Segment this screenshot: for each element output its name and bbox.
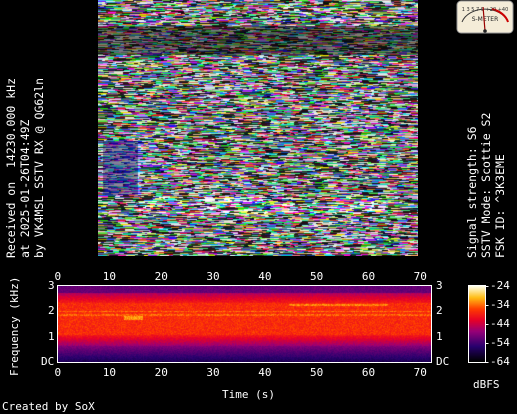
s-meter-gauge: 1 3 5 7 9 +20 +40 S-METER (456, 0, 514, 34)
x-tick-label-top: 0 (54, 270, 62, 283)
y-tick-label-right: 2 (436, 304, 443, 318)
x-tick-label-top: 40 (258, 270, 272, 283)
y-tick-label-left: DC (41, 355, 55, 368)
colorbar-unit-label: dBFS (473, 378, 500, 391)
caption-timestamp-line: at 2025-01-26T04:49Z (18, 119, 32, 258)
s-meter-pivot (483, 29, 487, 33)
s-meter-label: S-METER (472, 16, 499, 23)
colorbar-tick-label: -54 (490, 336, 510, 349)
y-tick-label-right: 3 (436, 279, 443, 292)
colorbar-gradient (469, 286, 485, 362)
x-tick-label-bottom: 10 (102, 366, 117, 379)
colorbar-tick-label: -34 (490, 298, 510, 311)
x-tick-label-top: 70 (413, 270, 427, 283)
spectrogram-x-axis-title: Time (s) (222, 388, 275, 401)
colorbar-tick-label: -44 (490, 317, 510, 330)
x-tick-label-bottom: 30 (206, 366, 220, 379)
x-tick-label-top: 30 (206, 270, 220, 283)
caption-sstv-mode-line: SSTV Mode: Scottie S2 (479, 112, 493, 258)
y-tick-label-left: 2 (48, 304, 55, 318)
x-tick-label-top: 50 (310, 270, 324, 283)
x-tick-label-bottom: 60 (361, 366, 376, 379)
colorbar-tick-label: -24 (490, 279, 510, 292)
x-tick-label-bottom: 20 (154, 366, 168, 379)
x-tick-label-bottom: 40 (258, 366, 272, 379)
x-tick-label-top: 10 (102, 270, 117, 283)
sstv-decoded-image (98, 0, 418, 256)
caption-signal-strength-line: Signal strength: S6 (465, 126, 479, 258)
x-tick-label-bottom: 0 (54, 366, 62, 379)
caption-receiver-line: by VK4MSL SSTV RX @ QG62ln (32, 77, 46, 258)
x-tick-label-bottom: 70 (413, 366, 427, 379)
s-meter-scale: 1 3 5 7 9 +20 +40 (462, 7, 509, 13)
y-tick-label-left: 1 (48, 329, 55, 343)
y-tick-label-right: 1 (436, 329, 443, 343)
colorbar-tick-label: -64 (490, 355, 510, 368)
footer-credit: Created by SoX (2, 400, 95, 413)
caption-frequency-line: Received on 14230.000 kHz (4, 77, 18, 258)
signal-info-caption: Signal strength: S6 SSTV Mode: Scottie S… (465, 113, 507, 258)
spectrogram-heatmap (58, 286, 431, 362)
reception-info-caption: Received on 14230.000 kHz at 2025-01-26T… (4, 78, 46, 258)
caption-fsk-id-line: FSK ID: ^3K3EME (493, 154, 507, 258)
y-tick-label-right: DC (436, 355, 450, 368)
x-tick-label-top: 20 (154, 270, 168, 283)
x-tick-label-top: 60 (361, 270, 376, 283)
y-tick-label-left: 3 (48, 279, 55, 292)
x-tick-label-bottom: 50 (310, 366, 324, 379)
spectrogram-y-axis-title: Frequency (kHz) (8, 276, 21, 376)
